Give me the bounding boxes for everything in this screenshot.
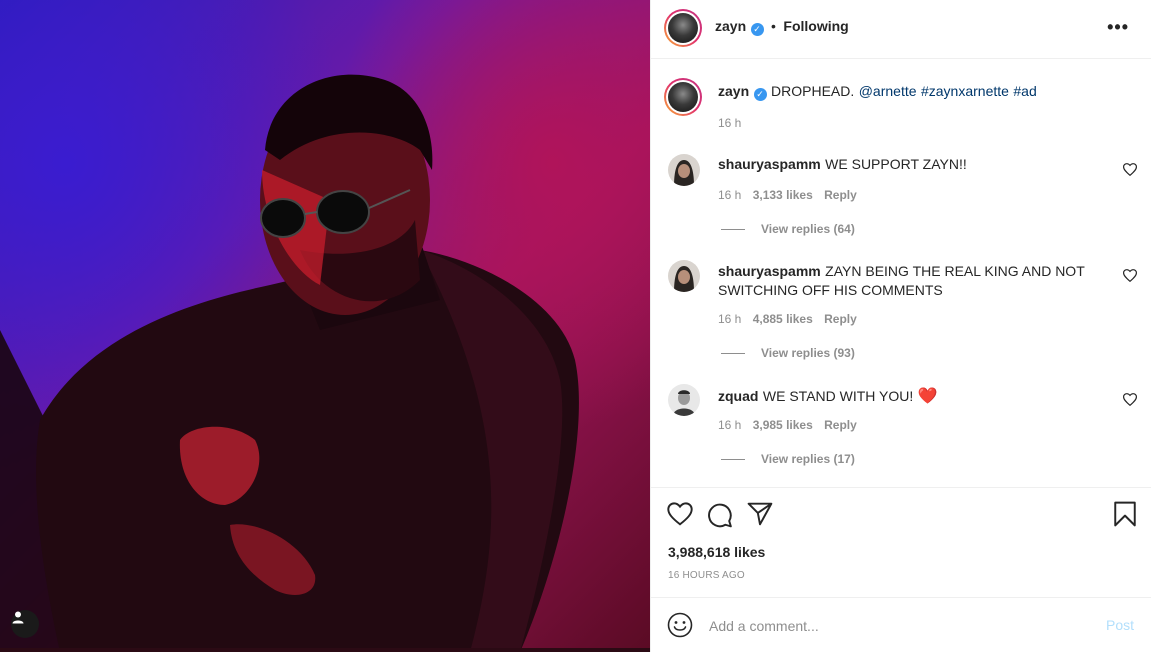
reply-button[interactable]: Reply [824, 418, 857, 432]
commenter-avatar-image [668, 154, 700, 186]
more-options-icon[interactable]: ••• [1107, 18, 1129, 36]
comment-likes[interactable]: 4,885 likes [753, 312, 813, 326]
tagged-users-button[interactable] [11, 610, 39, 638]
reply-button[interactable]: Reply [824, 188, 857, 202]
caption-avatar-image [668, 82, 698, 112]
comment-time[interactable]: 16 h [718, 312, 741, 326]
comment-text: WE SUPPORT ZAYN!! [825, 156, 967, 172]
comment: shauryaspamm WE SUPPORT ZAYN!! [718, 156, 1108, 174]
post-comment-button[interactable]: Post [1106, 617, 1134, 633]
separator-dot: • [771, 18, 776, 34]
commenter-avatar[interactable] [668, 384, 700, 416]
comment-username[interactable]: shauryaspamm [718, 156, 821, 172]
save-bookmark-icon[interactable] [1113, 501, 1137, 527]
view-replies-label: View replies (17) [761, 452, 855, 466]
author-username[interactable]: zayn [715, 18, 746, 34]
comment-time[interactable]: 16 h [718, 418, 741, 432]
commenter-avatar-image [668, 260, 700, 292]
author-avatar-image [668, 13, 698, 43]
like-comment-heart-icon[interactable] [1123, 269, 1137, 282]
caption-username[interactable]: zayn [718, 83, 749, 99]
like-heart-icon[interactable] [667, 502, 693, 526]
photo-bottom-edge [0, 648, 650, 652]
comments-list: zayn ✓ DROPHEAD. @arnette #zaynxarnette … [651, 60, 1151, 487]
caption-hashtag[interactable]: #zaynxarnette [921, 83, 1009, 99]
comment-meta: 16 h 3,133 likes Reply [718, 188, 857, 202]
comment-text: WE STAND WITH YOU! [762, 388, 914, 404]
post-actions: 3,988,618 likes 16 HOURS AGO [651, 487, 1151, 597]
comment-input[interactable] [707, 614, 1081, 638]
view-replies-button[interactable]: View replies (17) [721, 452, 855, 466]
comment-time[interactable]: 16 h [718, 188, 741, 202]
share-paper-plane-icon[interactable] [747, 502, 773, 526]
caption-text: DROPHEAD. [771, 83, 855, 99]
caption-mention[interactable]: @arnette [859, 83, 917, 99]
replies-divider [721, 353, 745, 355]
verified-badge-icon: ✓ [750, 23, 764, 36]
replies-divider [721, 229, 745, 231]
comment-likes[interactable]: 3,985 likes [753, 418, 813, 432]
comment-meta: 16 h 4,885 likes Reply [718, 312, 857, 326]
caption-time[interactable]: 16 h [718, 116, 741, 130]
like-comment-heart-icon[interactable] [1123, 163, 1137, 176]
commenter-avatar[interactable] [668, 260, 700, 292]
commenter-avatar-image [668, 384, 700, 416]
view-replies-button[interactable]: View replies (93) [721, 346, 855, 360]
author-avatar[interactable] [664, 9, 702, 47]
add-comment-bar: Post [651, 597, 1151, 652]
following-button[interactable]: Following [783, 18, 848, 34]
emoji-smiley-icon[interactable] [667, 612, 693, 638]
caption-author-avatar[interactable] [664, 78, 702, 116]
view-replies-label: View replies (93) [761, 346, 855, 360]
likes-count[interactable]: 3,988,618 likes [668, 544, 765, 560]
caption-hashtag[interactable]: #ad [1013, 83, 1036, 99]
like-comment-heart-icon[interactable] [1123, 393, 1137, 406]
commenter-avatar[interactable] [668, 154, 700, 186]
view-replies-label: View replies (64) [761, 222, 855, 236]
post-header: zayn ✓ • Following ••• [651, 0, 1151, 59]
view-replies-button[interactable]: View replies (64) [721, 222, 855, 236]
user-icon [12, 611, 24, 624]
comment: zquad WE STAND WITH YOU! ❤️ [718, 386, 1108, 406]
replies-divider [721, 459, 745, 461]
post-timestamp[interactable]: 16 HOURS AGO [668, 570, 745, 581]
comment-username[interactable]: zquad [718, 388, 758, 404]
caption: zayn ✓ DROPHEAD. @arnette #zaynxarnette … [718, 83, 1118, 101]
comment-bubble-icon[interactable] [707, 502, 733, 528]
post-photo[interactable] [0, 0, 650, 652]
red-heart-emoji: ❤️ [917, 388, 938, 405]
verified-badge-icon: ✓ [753, 88, 767, 101]
reply-button[interactable]: Reply [824, 312, 857, 326]
photo-illustration [0, 74, 579, 652]
header-meta: zayn ✓ • Following [715, 18, 849, 36]
comment-username[interactable]: shauryaspamm [718, 263, 821, 279]
comment: shauryaspamm ZAYN BEING THE REAL KING AN… [718, 262, 1088, 300]
post-side-panel: zayn ✓ • Following ••• zayn ✓ DROPHEAD. … [650, 0, 1151, 652]
comment-likes[interactable]: 3,133 likes [753, 188, 813, 202]
comment-meta: 16 h 3,985 likes Reply [718, 418, 857, 432]
